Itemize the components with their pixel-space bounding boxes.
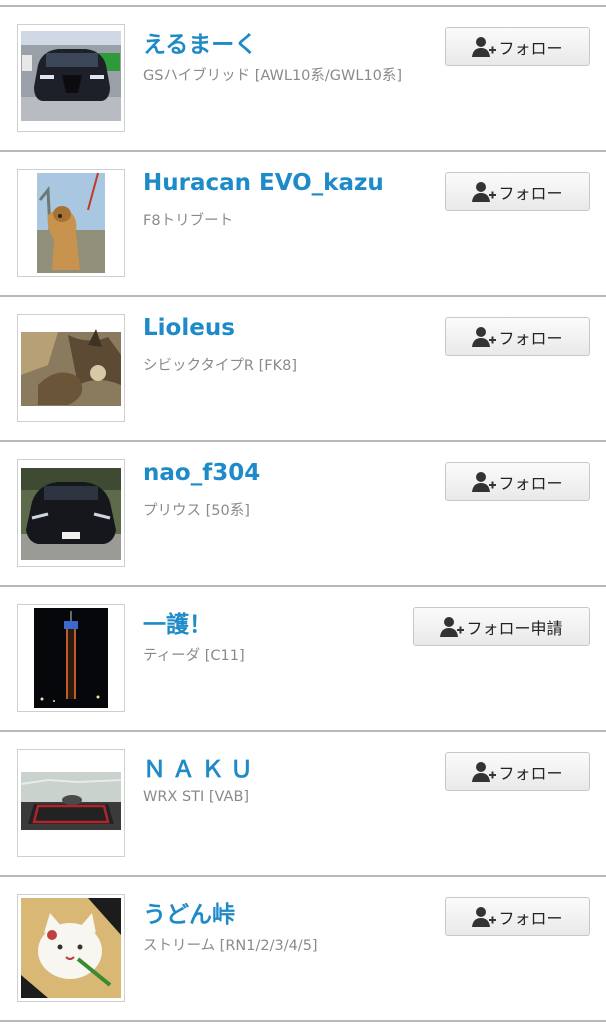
user-car-label: シビックタイプR [FK8] [143,358,297,374]
user-name-link[interactable]: nao_f304 [143,460,260,486]
follow-button[interactable]: フォロー [445,172,590,211]
user-car-label: ティーダ [C11] [143,648,245,664]
user-car-label: WRX STI [VAB] [143,789,250,805]
cat-illustration [18,895,124,1001]
user-avatar[interactable] [17,604,125,712]
user-car-label: GSハイブリッド [AWL10系/GWL10系] [143,68,403,84]
prius-car-photo [18,460,124,566]
divider [0,1020,606,1022]
user-avatar[interactable] [17,894,125,1002]
follow-button-label: フォロー [498,183,563,203]
follow-user-list: えるまーく GSハイブリッド [AWL10系/GWL10系] フォロー Hura… [0,0,606,1024]
add-user-icon [472,181,497,203]
dog-photo [18,170,124,276]
user-row: えるまーく GSハイブリッド [AWL10系/GWL10系] フォロー [0,7,606,150]
add-user-icon [472,471,497,493]
follow-button[interactable]: フォロー [445,317,590,356]
user-name-link[interactable]: ＮＡＫＵ [143,750,259,784]
user-name-link[interactable]: Huracan EVO_kazu [143,170,384,196]
monster-art [18,315,124,421]
user-avatar[interactable] [17,459,125,567]
add-user-icon [440,616,465,638]
user-avatar[interactable] [17,24,125,132]
follow-button-label: フォロー [498,763,563,783]
night-tower-photo [18,605,124,711]
user-avatar[interactable] [17,749,125,857]
user-row: Lioleus シビックタイプR [FK8] フォロー [0,297,606,440]
user-avatar[interactable] [17,169,125,277]
user-row: 一護！ ティーダ [C11] フォロー申請 [0,587,606,730]
add-user-icon [472,761,497,783]
user-car-label: F8トリブート [143,213,234,229]
user-name-link[interactable]: 一護！ [143,605,212,639]
follow-button-label: フォロー [498,38,563,58]
follow-request-button[interactable]: フォロー申請 [413,607,590,646]
lexus-car-photo [18,25,124,131]
dashboard-photo [18,750,124,856]
follow-button-label: フォロー [498,473,563,493]
follow-button[interactable]: フォロー [445,752,590,791]
follow-request-button-label: フォロー申請 [466,618,563,638]
user-name-link[interactable]: えるまーく [143,25,257,59]
user-row: うどん峠 ストリーム [RN1/2/3/4/5] フォロー [0,877,606,1020]
user-row: nao_f304 プリウス [50系] フォロー [0,442,606,585]
follow-button[interactable]: フォロー [445,27,590,66]
follow-button[interactable]: フォロー [445,462,590,501]
follow-button-label: フォロー [498,908,563,928]
user-name-link[interactable]: Lioleus [143,315,235,341]
user-avatar[interactable] [17,314,125,422]
follow-button[interactable]: フォロー [445,897,590,936]
user-car-label: プリウス [50系] [143,503,250,519]
add-user-icon [472,36,497,58]
add-user-icon [472,326,497,348]
user-row: Huracan EVO_kazu F8トリブート フォロー [0,152,606,295]
add-user-icon [472,906,497,928]
user-row: ＮＡＫＵ WRX STI [VAB] フォロー [0,732,606,875]
user-car-label: ストリーム [RN1/2/3/4/5] [143,938,318,954]
user-name-link[interactable]: うどん峠 [143,895,235,929]
follow-button-label: フォロー [498,328,563,348]
